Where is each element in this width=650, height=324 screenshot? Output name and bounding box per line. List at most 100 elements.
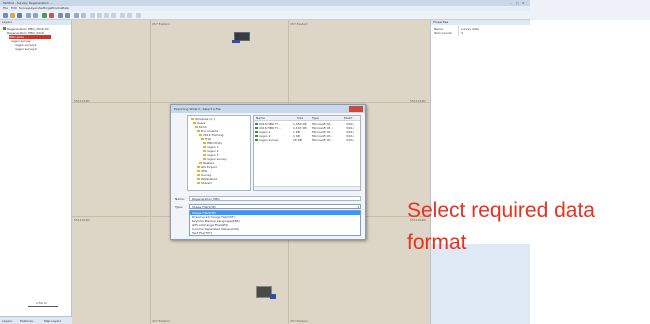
dialog-close-button[interactable]: [349, 106, 363, 112]
name-field[interactable]: Regeneration HBO: [189, 196, 361, 201]
column-header-type[interactable]: Type: [312, 116, 319, 120]
folder-icon: [203, 150, 206, 152]
menu-file[interactable]: File: [3, 6, 8, 10]
new-icon[interactable]: [3, 13, 8, 18]
layer-style-icon[interactable]: [127, 13, 132, 18]
minimize-button[interactable]: –: [510, 1, 512, 5]
scale-label: 1:50 m: [36, 301, 47, 305]
file-row[interactable]: regen survey 16 KB Microsoft Of... 3/01/: [255, 138, 360, 142]
pan-icon[interactable]: [74, 13, 79, 18]
zoom-in-icon[interactable]: [58, 13, 63, 18]
folder-icon: [193, 122, 196, 124]
save-icon[interactable]: [17, 13, 22, 18]
coord-label: 5511244N: [74, 218, 90, 222]
menu-layers[interactable]: Layers: [29, 6, 39, 10]
name-field-label: Name:: [175, 197, 185, 201]
coord-label: 457 Eastern: [152, 319, 171, 323]
open-icon[interactable]: [10, 13, 15, 18]
property-label: Item counts: [434, 31, 452, 35]
tab-map-layers[interactable]: Map Layers: [44, 319, 61, 323]
file-icon: [255, 131, 258, 133]
grid-line: [72, 102, 430, 103]
menu-survey[interactable]: Survey: [19, 6, 29, 10]
survey-plot-marker[interactable]: [232, 40, 240, 43]
close-button[interactable]: ✕: [522, 1, 525, 5]
menu-help[interactable]: Help: [62, 6, 69, 10]
coord-label: 457 Eastern: [290, 319, 309, 323]
folder-icon: [197, 170, 200, 172]
coord-label: 457 Eastern: [290, 22, 309, 26]
folder-icon: [201, 138, 204, 140]
divider: [458, 26, 459, 36]
property-value[interactable]: 4: [461, 31, 463, 35]
layers-panel: Layers Regeneration HBO_2016-03 Regenera…: [0, 20, 72, 316]
file-icon: [255, 123, 258, 125]
draw-line-icon[interactable]: [104, 13, 109, 18]
folder-icon: [197, 182, 200, 184]
folder-icon: [203, 142, 206, 144]
folder-icon: [197, 178, 200, 180]
window-title: TerMod - Survey: Regeneration ...: [3, 1, 53, 5]
zoom-out-icon[interactable]: [65, 13, 70, 18]
horizontal-scrollbar[interactable]: [254, 186, 360, 190]
menu-edit[interactable]: Edit: [11, 6, 17, 10]
add-layer-icon[interactable]: [42, 13, 47, 18]
tab-layers[interactable]: Layers: [2, 319, 12, 323]
type-dropdown-list[interactable]: Shape File(SHP) Drawing eXchange File(DX…: [189, 210, 361, 236]
delete-icon[interactable]: [49, 13, 54, 18]
info-icon[interactable]: [136, 13, 141, 18]
draw-polygon-icon[interactable]: [111, 13, 116, 18]
dialog-title: Exporting Wizard - Select a File: [174, 107, 221, 111]
undo-icon[interactable]: [26, 13, 31, 18]
type-select[interactable]: Shape File(SHP) ▾: [189, 204, 361, 209]
properties-header: Properties: [431, 20, 531, 25]
export-wizard-dialog: Exporting Wizard - Select a File Windows…: [170, 104, 366, 240]
measure-icon[interactable]: [90, 13, 95, 18]
left-panel-tabs: Layers Features Map Layers: [0, 316, 72, 324]
annotation-line-2: format: [407, 231, 467, 254]
type-option[interactable]: Text File(TXT): [192, 231, 212, 235]
file-icon: [255, 135, 258, 137]
survey-icon: [3, 27, 6, 30]
folder-icon: [199, 162, 202, 164]
scale-bar: [28, 306, 58, 307]
file-icon: [255, 127, 258, 129]
window-chrome-right: [530, 0, 650, 20]
type-field-label: Type:: [175, 205, 183, 209]
draw-point-icon[interactable]: [97, 13, 102, 18]
menu-settings[interactable]: Settings: [39, 6, 51, 10]
gps-icon[interactable]: [120, 13, 125, 18]
folder-icon: [191, 118, 194, 120]
folder-icon: [195, 126, 198, 128]
survey-plot-marker[interactable]: [270, 294, 276, 299]
dialog-title-bar: Exporting Wizard - Select a File: [171, 105, 365, 113]
redo-icon[interactable]: [33, 13, 38, 18]
folder-tree[interactable]: Windows (C:) Users bbrill Documents 2016…: [187, 115, 251, 191]
layers-panel-title: Layers: [2, 20, 12, 24]
toolbar: [0, 11, 530, 20]
annotation-line-1: Select required data: [407, 199, 595, 222]
folder-icon: [197, 166, 200, 168]
file-list[interactable]: Name Size Type Modif 2016 HBO Fl... 1,05…: [253, 115, 361, 191]
column-header-size[interactable]: Size: [297, 116, 303, 120]
page-margin: [530, 20, 650, 324]
tab-features[interactable]: Features: [20, 319, 33, 323]
tree-item-label: regen survey2: [15, 47, 37, 51]
layers-panel-header: Layers: [0, 20, 71, 25]
coord-label: 457 Eastern: [152, 22, 171, 26]
properties-panel: Properties Name survey data Item counts …: [430, 20, 531, 324]
tree-item-layer[interactable]: regen survey2: [15, 47, 37, 51]
folder-icon: [203, 158, 206, 160]
select-icon[interactable]: [81, 13, 86, 18]
maximize-button[interactable]: □: [516, 1, 519, 5]
file-list-header: Name Size Type Modif: [254, 116, 360, 121]
coord-label: 5511244N: [410, 99, 426, 103]
file-icon: [255, 139, 258, 141]
folder-icon: [203, 146, 206, 148]
folder-icon: [199, 134, 202, 136]
column-header-name[interactable]: Name: [256, 116, 265, 120]
column-header-modified[interactable]: Modif: [344, 116, 352, 120]
property-value[interactable]: survey data: [461, 27, 479, 31]
folder-item[interactable]: Shared: [197, 181, 212, 185]
chevron-down-icon[interactable]: ▾: [357, 205, 359, 209]
